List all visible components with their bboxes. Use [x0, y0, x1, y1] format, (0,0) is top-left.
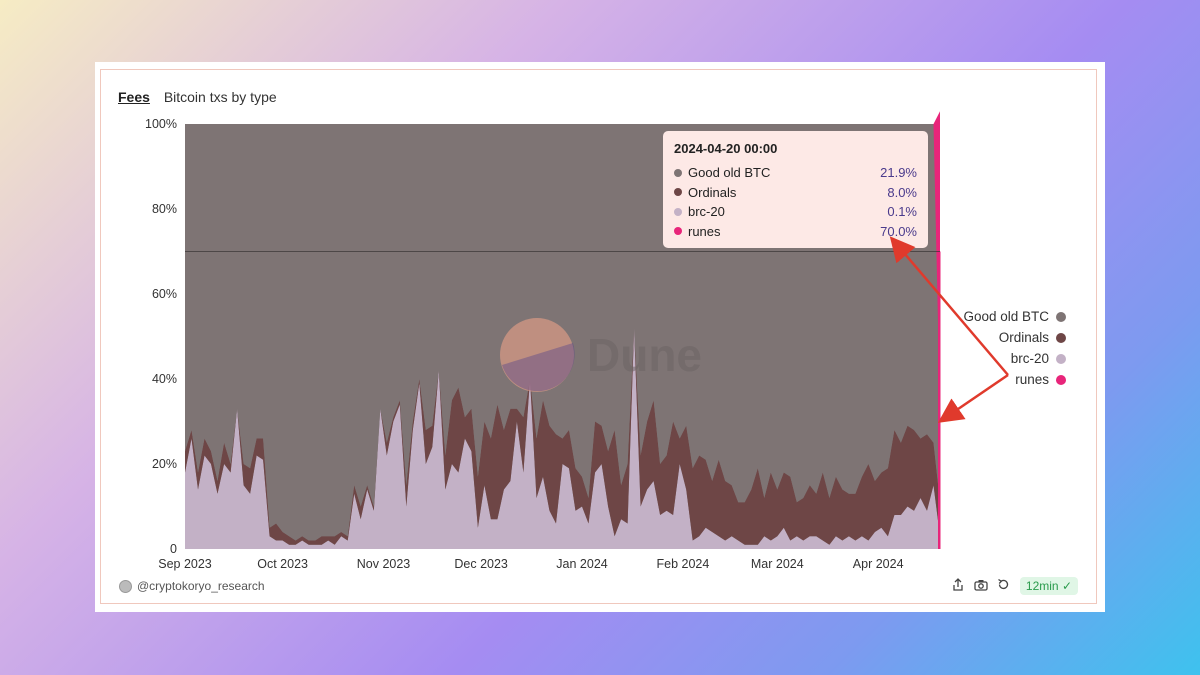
y-tick-label: 60%: [152, 287, 177, 301]
check-circle-icon: ✓: [1061, 579, 1072, 593]
tooltip-dot-brc20: [674, 207, 682, 216]
author-credit[interactable]: @cryptokoryo_research: [119, 579, 265, 593]
legend-label: runes: [1015, 372, 1049, 387]
refresh-icon[interactable]: [997, 578, 1011, 594]
share-icon[interactable]: [951, 578, 965, 594]
tooltip-dot-good-old-btc: [674, 168, 682, 177]
refresh-age-badge[interactable]: 12min ✓: [1019, 577, 1078, 595]
x-tick-label: Dec 2023: [454, 557, 508, 571]
chart-panel: Fees Bitcoin txs by type 0 20% 40% 60% 80% 10…: [100, 69, 1097, 604]
legend-item-good-old-btc[interactable]: Good old BTC: [866, 306, 1066, 327]
tooltip-series-name: runes: [688, 223, 721, 239]
tooltip-dot-ordinals: [674, 188, 682, 197]
legend-label: brc-20: [1010, 351, 1049, 366]
legend-label: Good old BTC: [963, 309, 1049, 324]
legend-dot: [1056, 374, 1066, 385]
tooltip-row: Good old BTC 21.9%: [674, 163, 917, 183]
legend-dot: [1056, 332, 1066, 343]
tooltip-row: Ordinals 8.0%: [674, 183, 917, 203]
tooltip-dot-runes: [674, 227, 682, 236]
tooltip-series-name: brc-20: [688, 204, 725, 220]
x-tick-label: Apr 2024: [853, 557, 904, 571]
refresh-age-label: 12min: [1025, 579, 1059, 593]
author-name: @cryptokoryo_research: [137, 579, 265, 593]
tooltip-series-name: Ordinals: [688, 184, 737, 200]
y-tick-label: 80%: [152, 202, 177, 216]
footer-actions: 12min ✓: [951, 577, 1078, 595]
x-tick-label: Nov 2023: [357, 557, 411, 571]
tooltip-row: runes 70.0%: [674, 222, 917, 242]
legend-dot: [1056, 353, 1066, 364]
x-tick-label: Sep 2023: [158, 557, 212, 571]
tooltip-row: brc-20 0.1%: [674, 202, 917, 222]
tooltip-series-name: Good old BTC: [688, 165, 771, 181]
runes-highlight-bar: [938, 251, 941, 549]
x-tick-label: Mar 2024: [751, 557, 804, 571]
legend-dot: [1056, 311, 1066, 322]
y-tick-label: 0: [170, 542, 177, 556]
legend-label: Ordinals: [998, 330, 1049, 345]
globe-icon: [119, 579, 132, 593]
tooltip-date: 2024-04-20 00:00: [674, 141, 778, 156]
tooltip-series-value: 8.0%: [887, 184, 917, 200]
y-tick-label: 40%: [152, 372, 177, 386]
tooltip-series-value: 21.9%: [880, 165, 917, 181]
x-tick-label: Oct 2023: [257, 557, 308, 571]
legend-item-runes[interactable]: runes: [866, 369, 1066, 390]
y-tick-label: 20%: [152, 457, 177, 471]
chart-card: Fees Bitcoin txs by type 0 20% 40% 60% 80% 10…: [95, 62, 1105, 612]
legend-item-brc20[interactable]: brc-20: [866, 348, 1066, 369]
y-tick-label: 100%: [145, 117, 177, 131]
x-tick-label: Jan 2024: [556, 557, 607, 571]
tooltip-series-value: 70.0%: [880, 223, 917, 239]
chart-legend: Good old BTC Ordinals brc-20 runes: [866, 306, 1066, 390]
tooltip-series-value: 0.1%: [887, 204, 917, 220]
legend-item-ordinals[interactable]: Ordinals: [866, 327, 1066, 348]
chart-tooltip: 2024-04-20 00:00 Good old BTC 21.9% Ordi…: [663, 131, 928, 248]
camera-icon[interactable]: [974, 579, 988, 594]
x-tick-label: Feb 2024: [656, 557, 709, 571]
